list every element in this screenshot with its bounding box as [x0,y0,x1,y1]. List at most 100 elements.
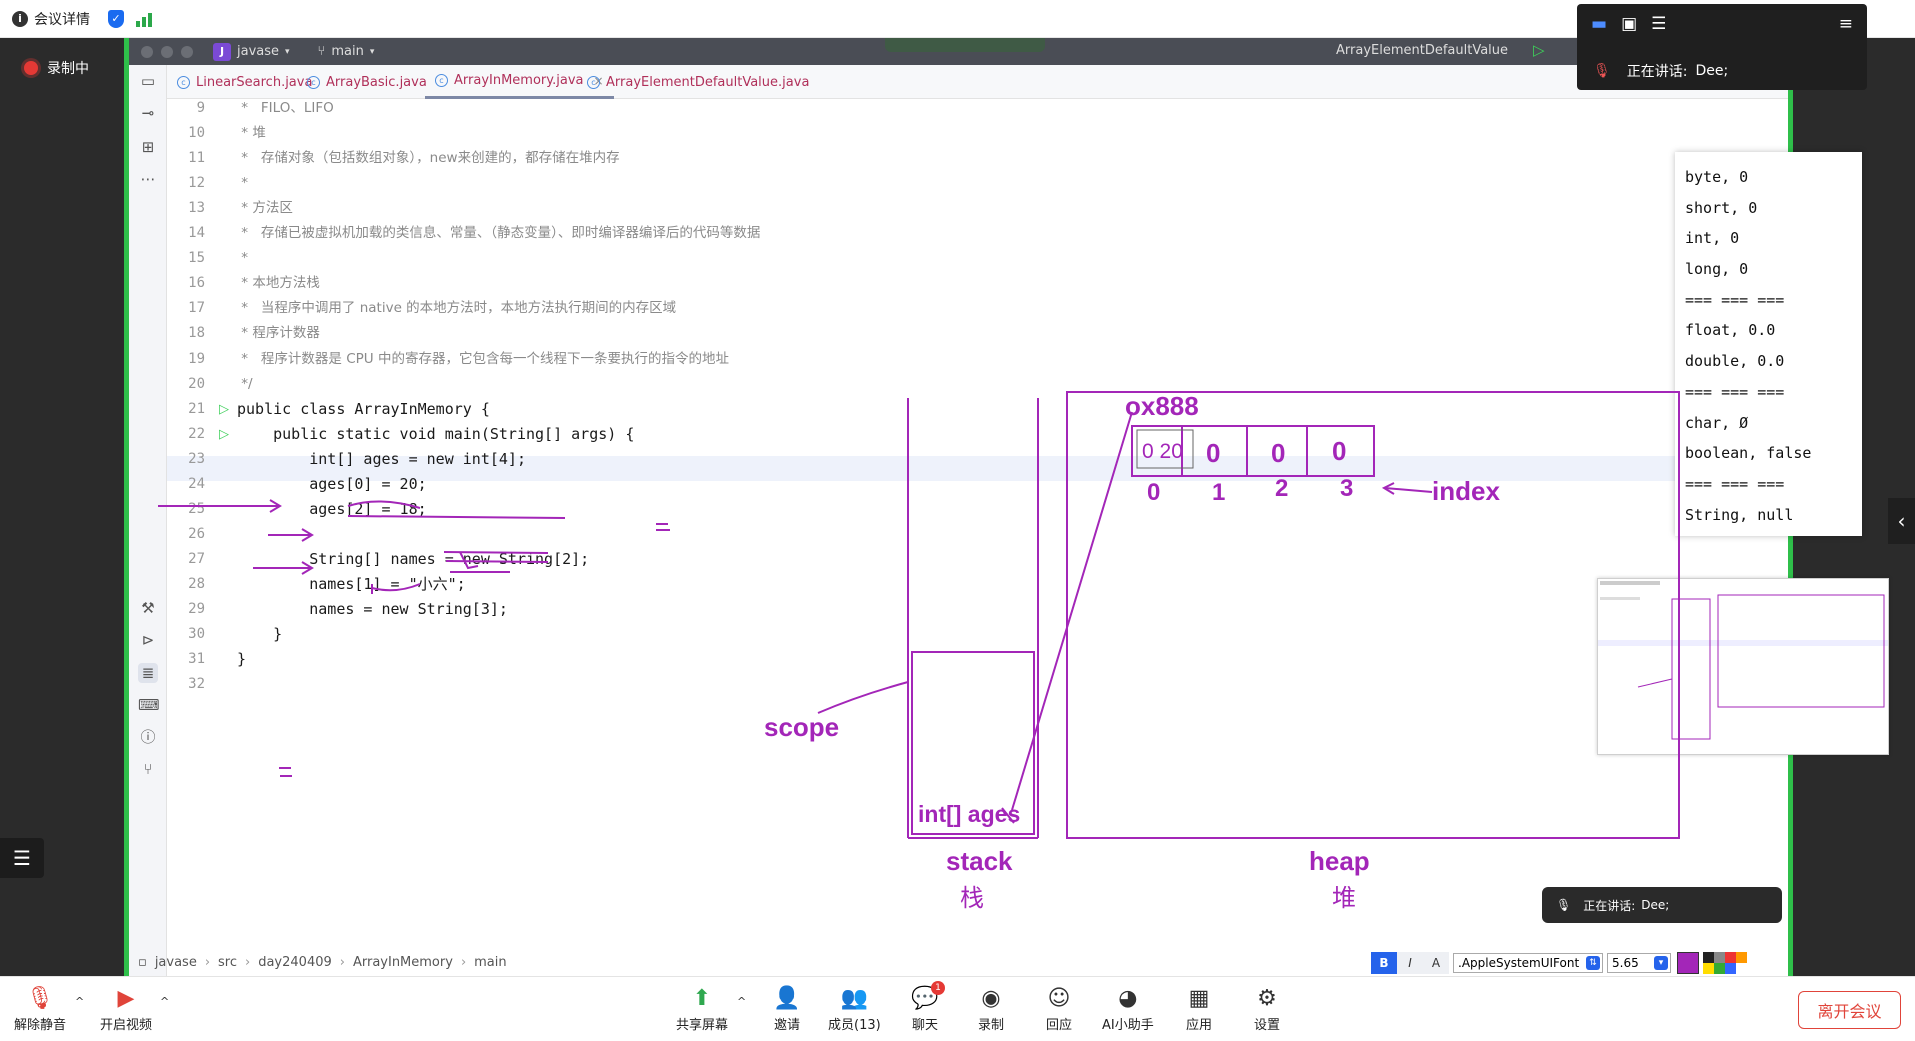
run-services-icon[interactable]: ⊳ [138,630,158,650]
share-options-chevron-icon[interactable]: ^ [737,995,746,1008]
bold-button[interactable]: B [1371,952,1397,974]
video-options-chevron-icon[interactable]: ^ [160,995,169,1008]
code-line[interactable]: ages[0] = 20; [237,472,426,497]
breadcrumb-item[interactable]: main [474,955,506,970]
structure-icon[interactable]: ⊞ [138,137,158,157]
members-icon: 👥 [840,985,869,1011]
leave-meeting-button[interactable]: 离开会议 [1798,991,1901,1029]
minimize-icon[interactable]: ▬ [1591,14,1607,34]
security-shield-icon[interactable]: ✓ [108,9,124,28]
meeting-info-label[interactable]: 会议详情 [34,9,90,29]
git-icon[interactable]: ⑂ [138,759,158,779]
code-line[interactable]: * 堆 [237,121,266,146]
tab-linear-search[interactable]: c LinearSearch.java [167,65,312,99]
code-line[interactable]: * [237,246,248,271]
code-line[interactable]: * 本地方法栈 [237,271,320,296]
font-select[interactable]: .AppleSystemUIFont ⇅ [1453,953,1603,973]
code-line[interactable]: * 存储已被虚拟机加载的类信息、常量、（静态变量）、即时编译器编译后的代码等数据 [237,221,760,246]
code-line[interactable]: names[1] = "小六"; [237,572,465,597]
branch-selector[interactable]: main [331,44,363,59]
tab-array-basic[interactable]: c ArrayBasic.java [307,65,427,99]
share-status-blob [885,38,1045,52]
start-video-button[interactable]: ▶ 开启视频 [100,985,152,1034]
react-icon: ☺ [1047,985,1071,1011]
screen-root: { "zoom": { "meeting_info_label": "会议详情"… [0,0,1915,1041]
apps-button[interactable]: ▦ 应用 [1184,985,1214,1034]
members-button[interactable]: 👥 成员(13) [828,985,881,1034]
italic-button[interactable]: I [1397,952,1423,974]
run-icon[interactable]: ▷ [1533,41,1545,59]
default-value-row: boolean, false [1685,444,1812,463]
menu-collapse-icon[interactable]: ≡ [1839,14,1853,34]
commit-icon[interactable]: ⊸ [138,103,158,123]
code-editor[interactable]: 9 * FILO、LIFO 10 * 堆 11 * 存储对象（包括数组对象），new… [167,99,1788,976]
project-selector[interactable]: javase [237,44,279,59]
code-line[interactable]: * FILO、LIFO [237,96,333,121]
line-number: 28 [188,575,205,592]
line-number: 27 [188,550,205,567]
unmute-button[interactable]: 🎙 解除静音 [14,985,66,1034]
info-icon[interactable]: i [12,10,28,27]
run-gutter-icon[interactable]: ▷ [219,397,235,422]
ai-assistant-button[interactable]: ◕ AI小助手 [1102,985,1154,1034]
color-palette[interactable] [1703,952,1747,974]
slide-thumbnail[interactable] [1597,578,1889,755]
network-signal-icon[interactable] [136,11,152,27]
terminal-icon[interactable]: ⌨ [138,695,160,715]
code-line[interactable]: * 程序计数器是 CPU 中的寄存器，它包含每一个线程下一条要执行的指令的地址 [237,347,729,372]
font-size-select[interactable]: 5.65 ▾ [1607,953,1671,973]
code-line[interactable]: * [237,171,248,196]
more-icon[interactable]: ⋯ [138,169,158,189]
invite-button[interactable]: 👤 邀请 [772,985,802,1034]
code-line[interactable]: } [237,647,246,672]
code-line[interactable]: ages[2] = 18; [237,497,426,522]
problems-icon[interactable]: ⓘ [138,727,158,747]
default-values-panel: byte, 0 short, 0 int, 0 long, 0 === === === f… [1675,152,1862,536]
speaking-toast: 🎙 正在讲话: Dee; [1542,887,1782,923]
settings-button[interactable]: ⚙ 设置 [1252,985,1282,1034]
line-number: 31 [188,651,205,668]
code-line[interactable]: * 当程序中调用了 native 的本地方法时，本地方法执行期间的内存区域 [237,296,676,321]
font-style-icon[interactable]: A [1423,952,1449,974]
code-line[interactable]: public class ArrayInMemory { [237,397,490,422]
react-button[interactable]: ☺ 回应 [1044,985,1074,1034]
breadcrumb-item[interactable]: day240409 [258,955,332,970]
gallery-view-icon[interactable]: ☰ [1651,14,1666,34]
tab-array-in-memory[interactable]: c ArrayInMemory.java × [425,65,614,99]
run-config-selector[interactable]: ArrayElementDefaultValue [1336,43,1508,58]
window-view-icon[interactable]: ▣ [1621,14,1637,34]
code-line[interactable]: String[] names = new String[2]; [237,547,589,572]
breadcrumb-item[interactable]: ArrayInMemory [353,955,453,970]
share-screen-button[interactable]: ⬆ 共享屏幕 [676,985,728,1034]
code-line[interactable]: * 方法区 [237,196,293,221]
project-chevron-icon[interactable]: ▾ [285,47,290,57]
line-number: 20 [188,375,205,392]
project-folder-icon[interactable]: ▭ [138,71,158,91]
window-controls[interactable] [141,45,193,58]
line-number: 14 [188,225,205,242]
breadcrumb-item[interactable]: javase [155,955,197,970]
line-number: 11 [188,150,205,167]
code-line[interactable]: } [237,622,282,647]
todo-list-icon[interactable]: ≣ [138,663,158,683]
tab-array-element-default-value[interactable]: c ArrayElementDefaultValue.java [587,65,809,99]
meeting-float-panel[interactable]: ▬ ▣ ☰ ≡ 🎙 正在讲话: Dee; [1577,4,1867,90]
code-line[interactable]: * 程序计数器 [237,321,320,346]
audio-options-chevron-icon[interactable]: ^ [75,995,84,1008]
branch-chevron-icon[interactable]: ▾ [370,47,375,57]
record-button[interactable]: ◉ 录制 [976,985,1006,1034]
project-badge: J [213,42,231,61]
code-line[interactable]: names = new String[3]; [237,597,508,622]
recording-indicator[interactable]: 录制中 [24,58,89,78]
code-line[interactable]: */ [237,372,252,397]
run-gutter-icon[interactable]: ▷ [219,422,235,447]
build-hammer-icon[interactable]: ⚒ [138,598,158,618]
code-line[interactable]: public static void main(String[] args) { [237,422,634,447]
list-toggle-icon[interactable]: ☰ [0,838,44,878]
collapse-panel-chevron-icon[interactable]: ‹ [1888,498,1915,544]
current-color-swatch[interactable] [1677,952,1699,974]
code-line[interactable]: int[] ages = new int[4]; [237,447,526,472]
code-line[interactable]: * 存储对象（包括数组对象），new来创建的，都存储在堆内存 [237,146,619,171]
breadcrumb-item[interactable]: src [218,955,237,970]
line-number: 24 [188,475,205,492]
